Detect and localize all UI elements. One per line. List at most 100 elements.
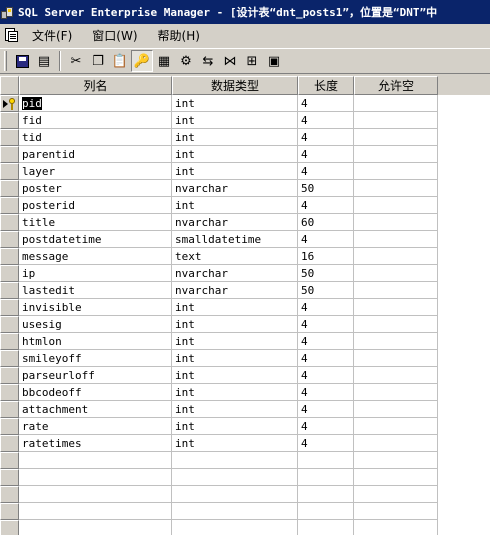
allow-nulls-cell[interactable] — [354, 197, 438, 214]
copy-button[interactable]: ❐ — [87, 50, 109, 72]
length-cell[interactable]: 4 — [298, 435, 354, 452]
insert-column-button[interactable]: ⇆ — [197, 50, 219, 72]
table-row[interactable] — [0, 452, 490, 469]
table-row[interactable]: lastedit nvarchar 50 — [0, 282, 490, 299]
column-name-cell[interactable]: posterid — [19, 197, 172, 214]
data-type-cell[interactable]: int — [172, 333, 298, 350]
table-row[interactable]: bbcodeoff int 4 — [0, 384, 490, 401]
row-selector[interactable] — [0, 520, 19, 535]
row-selector[interactable] — [0, 384, 19, 401]
header-data-type[interactable]: 数据类型 — [172, 76, 298, 95]
data-type-cell[interactable]: int — [172, 146, 298, 163]
data-type-cell[interactable]: int — [172, 95, 298, 112]
data-type-cell[interactable]: int — [172, 401, 298, 418]
allow-nulls-cell[interactable] — [354, 180, 438, 197]
table-row[interactable]: attachment int 4 — [0, 401, 490, 418]
generate-script-button[interactable]: ▣ — [263, 50, 285, 72]
properties-button[interactable]: ▤ — [33, 50, 55, 72]
column-name-cell[interactable] — [19, 503, 172, 520]
row-selector[interactable] — [0, 401, 19, 418]
table-row[interactable]: pid int 4 — [0, 95, 490, 112]
column-name-cell[interactable] — [19, 486, 172, 503]
table-row[interactable]: message text 16 — [0, 248, 490, 265]
allow-nulls-cell[interactable] — [354, 282, 438, 299]
length-cell[interactable]: 4 — [298, 146, 354, 163]
column-name-cell[interactable]: message — [19, 248, 172, 265]
save-button[interactable] — [11, 50, 33, 72]
length-cell[interactable] — [298, 469, 354, 486]
table-row[interactable] — [0, 486, 490, 503]
primary-key-button[interactable]: 🔑 — [131, 50, 153, 72]
data-type-cell[interactable]: int — [172, 299, 298, 316]
paste-button[interactable]: 📋 — [109, 50, 131, 72]
length-cell[interactable]: 4 — [298, 350, 354, 367]
length-cell[interactable]: 4 — [298, 418, 354, 435]
column-name-cell[interactable]: layer — [19, 163, 172, 180]
length-cell[interactable] — [298, 486, 354, 503]
row-selector[interactable] — [0, 180, 19, 197]
length-cell[interactable]: 4 — [298, 333, 354, 350]
table-row[interactable]: usesig int 4 — [0, 316, 490, 333]
header-length[interactable]: 长度 — [298, 76, 354, 95]
allow-nulls-cell[interactable] — [354, 95, 438, 112]
length-cell[interactable]: 4 — [298, 129, 354, 146]
row-selector[interactable] — [0, 299, 19, 316]
data-type-cell[interactable]: int — [172, 163, 298, 180]
allow-nulls-cell[interactable] — [354, 367, 438, 384]
length-cell[interactable]: 50 — [298, 265, 354, 282]
table-row[interactable]: title nvarchar 60 — [0, 214, 490, 231]
row-selector[interactable] — [0, 452, 19, 469]
length-cell[interactable]: 16 — [298, 248, 354, 265]
column-name-cell[interactable]: attachment — [19, 401, 172, 418]
data-type-cell[interactable] — [172, 486, 298, 503]
allow-nulls-cell[interactable] — [354, 316, 438, 333]
data-type-cell[interactable] — [172, 452, 298, 469]
row-selector[interactable] — [0, 129, 19, 146]
column-name-cell[interactable]: bbcodeoff — [19, 384, 172, 401]
column-name-cell[interactable]: parentid — [19, 146, 172, 163]
row-selector[interactable] — [0, 282, 19, 299]
column-name-cell[interactable]: title — [19, 214, 172, 231]
allow-nulls-cell[interactable] — [354, 401, 438, 418]
table-row[interactable]: rate int 4 — [0, 418, 490, 435]
length-cell[interactable]: 50 — [298, 282, 354, 299]
allow-nulls-cell[interactable] — [354, 163, 438, 180]
row-selector[interactable] — [0, 95, 19, 112]
menu-help[interactable]: 帮助(H) — [152, 27, 206, 44]
table-row[interactable]: parseurloff int 4 — [0, 367, 490, 384]
row-selector[interactable] — [0, 350, 19, 367]
allow-nulls-cell[interactable] — [354, 384, 438, 401]
data-type-cell[interactable]: text — [172, 248, 298, 265]
length-cell[interactable]: 60 — [298, 214, 354, 231]
row-selector[interactable] — [0, 248, 19, 265]
row-selector[interactable] — [0, 469, 19, 486]
allow-nulls-cell[interactable] — [354, 265, 438, 282]
length-cell[interactable]: 4 — [298, 163, 354, 180]
length-cell[interactable] — [298, 520, 354, 535]
table-row[interactable]: tid int 4 — [0, 129, 490, 146]
row-selector[interactable] — [0, 231, 19, 248]
column-name-cell[interactable]: invisible — [19, 299, 172, 316]
data-type-cell[interactable]: nvarchar — [172, 214, 298, 231]
data-type-cell[interactable]: int — [172, 316, 298, 333]
table-row[interactable]: ratetimes int 4 — [0, 435, 490, 452]
length-cell[interactable]: 4 — [298, 384, 354, 401]
allow-nulls-cell[interactable] — [354, 469, 438, 486]
column-name-cell[interactable]: poster — [19, 180, 172, 197]
row-selector[interactable] — [0, 112, 19, 129]
row-selector[interactable] — [0, 146, 19, 163]
row-selector[interactable] — [0, 418, 19, 435]
length-cell[interactable]: 4 — [298, 299, 354, 316]
data-type-cell[interactable]: int — [172, 350, 298, 367]
length-cell[interactable]: 50 — [298, 180, 354, 197]
cut-button[interactable]: ✂ — [65, 50, 87, 72]
column-name-cell[interactable]: parseurloff — [19, 367, 172, 384]
row-selector[interactable] — [0, 503, 19, 520]
table-row[interactable] — [0, 503, 490, 520]
allow-nulls-cell[interactable] — [354, 231, 438, 248]
table-row[interactable]: fid int 4 — [0, 112, 490, 129]
row-selector[interactable] — [0, 214, 19, 231]
column-name-cell[interactable] — [19, 452, 172, 469]
allow-nulls-cell[interactable] — [354, 333, 438, 350]
length-cell[interactable] — [298, 452, 354, 469]
